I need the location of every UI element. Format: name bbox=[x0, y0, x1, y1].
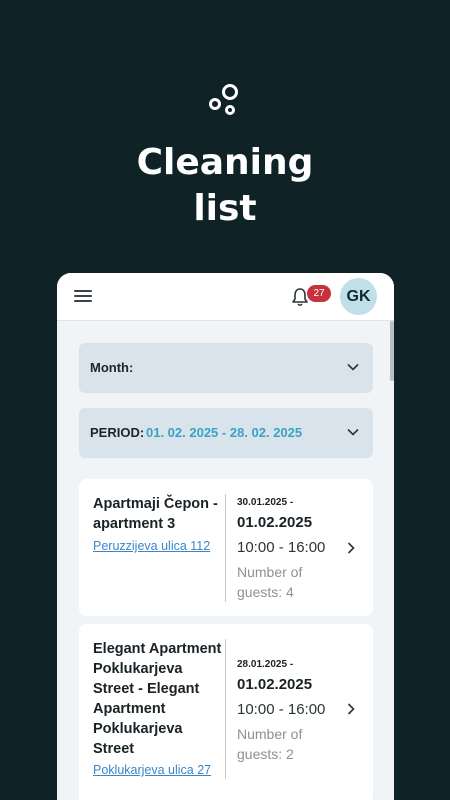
time-range: 10:00 - 16:00 bbox=[237, 539, 326, 556]
chevron-down-icon bbox=[347, 428, 359, 436]
time-range: 10:00 - 16:00 bbox=[237, 701, 326, 718]
hamburger-menu-icon[interactable] bbox=[74, 290, 92, 302]
hero-title: Cleaning list bbox=[136, 142, 314, 229]
date-from: 30.01.2025 - bbox=[237, 497, 294, 508]
period-label: PERIOD: bbox=[90, 425, 145, 440]
app-screen: 27 GK Month: PERIOD: 01. 02. 2025 - 28. … bbox=[57, 273, 394, 800]
month-select[interactable]: Month: bbox=[79, 343, 373, 393]
guest-count: Number of guests: 4 bbox=[237, 564, 303, 600]
date-to: 01.02.2025 bbox=[237, 514, 313, 531]
apartment-title: Apartmaji Čepon - apartment 3 bbox=[93, 496, 218, 532]
apartment-title: Elegant Apartment Poklukarjeva Street - … bbox=[93, 641, 222, 757]
guest-count: Number of guests: 2 bbox=[237, 726, 303, 762]
date-from: 28.01.2025 - bbox=[237, 659, 294, 670]
date-to: 01.02.2025 bbox=[237, 676, 313, 693]
card-divider bbox=[225, 639, 226, 779]
card-schedule: 28.01.2025 - 01.02.2025 10:00 - 16:00 Nu… bbox=[237, 659, 327, 764]
bubbles-logo-icon bbox=[209, 84, 238, 115]
period-select[interactable]: PERIOD: 01. 02. 2025 - 28. 02. 2025 bbox=[79, 408, 373, 458]
cleaning-card[interactable]: Apartmaji Čepon - apartment 3 Peruzzijev… bbox=[79, 479, 373, 616]
notification-badge: 27 bbox=[307, 285, 331, 302]
card-divider bbox=[225, 494, 226, 602]
chevron-right-icon[interactable] bbox=[347, 542, 355, 554]
apartment-address-link[interactable]: Poklukarjeva ulica 27 bbox=[93, 763, 211, 777]
card-schedule: 30.01.2025 - 01.02.2025 10:00 - 16:00 Nu… bbox=[237, 497, 327, 602]
cleaning-card[interactable]: Elegant Apartment Poklukarjeva Street - … bbox=[79, 624, 373, 800]
chevron-right-icon[interactable] bbox=[347, 703, 355, 715]
apartment-address-link[interactable]: Peruzzijeva ulica 112 bbox=[93, 539, 210, 553]
bell-icon[interactable] bbox=[291, 287, 309, 307]
scrollbar[interactable] bbox=[390, 321, 394, 381]
period-value: 01. 02. 2025 - 28. 02. 2025 bbox=[146, 425, 303, 440]
month-label: Month: bbox=[90, 360, 134, 375]
chevron-down-icon bbox=[347, 363, 359, 371]
avatar[interactable]: GK bbox=[340, 278, 377, 315]
top-bar: 27 GK bbox=[57, 273, 394, 321]
